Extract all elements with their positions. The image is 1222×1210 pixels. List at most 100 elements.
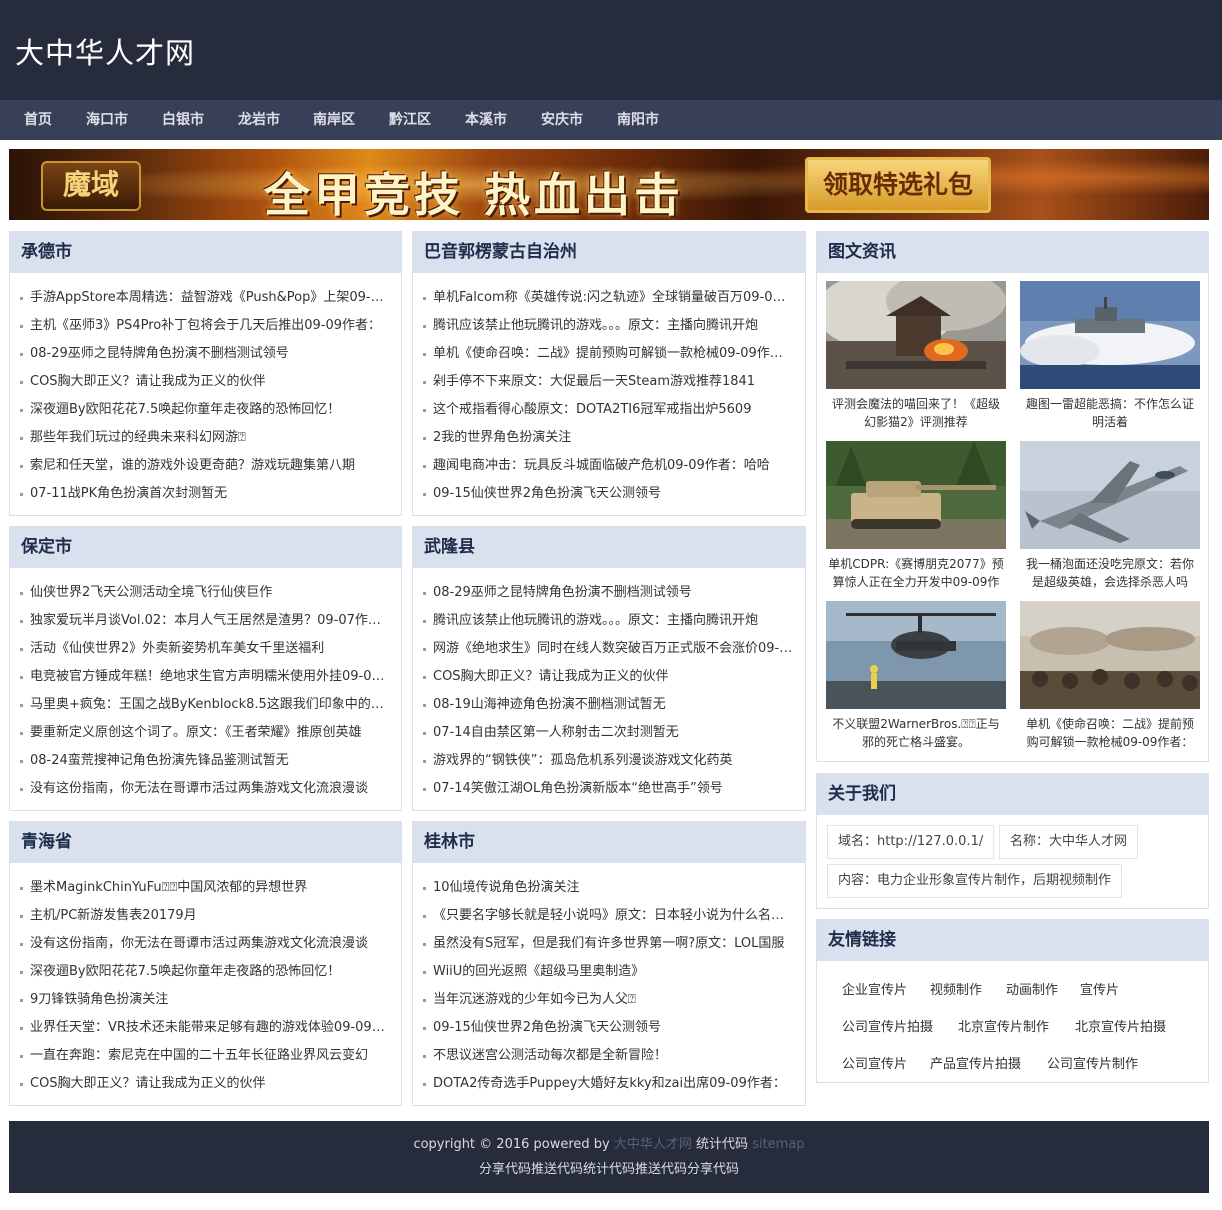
list-item[interactable]: 活动《仙侠世界2》外卖新姿势机车美女千里送福利 (10, 635, 401, 663)
list-item[interactable]: COS胸大即正义？请让我成为正义的伙伴 (10, 368, 401, 396)
banner-slogan: 全甲竞技 热血出击 (264, 168, 685, 220)
article-list: 墨术MaginkChinYuFu⍰⍰中国风浓郁的异想世界 主机/PC新游发售表2… (10, 863, 401, 1098)
helicopter-on-deck-image[interactable] (826, 601, 1006, 709)
list-item[interactable]: 深夜逦By欧阳花花7.5唤起你童年走夜路的恐怖回忆！ (10, 396, 401, 424)
picture-caption[interactable]: 我一桶泡面还没吃完原文：若你是超级英雄，会选择杀恶人吗 (1020, 555, 1200, 591)
list-item[interactable]: WiiU的回光返照《超级马里奥制造》 (413, 958, 805, 986)
list-item[interactable]: DOTA2传奇选手Puppey大婚好友kky和zai出席09-09作者： (413, 1070, 805, 1098)
footer-site-link[interactable]: 大中华人才网 (614, 1137, 692, 1152)
hovercraft-at-sea-image[interactable] (1020, 281, 1200, 389)
section-title[interactable]: 青海省 (10, 822, 401, 863)
list-item[interactable]: 仙侠世界2飞天公测活动全境飞行仙侠巨作 (10, 579, 401, 607)
section-title[interactable]: 巴音郭楞蒙古自治州 (413, 232, 805, 273)
list-item[interactable]: 07-14笑傲江湖OL角色扮演新版本“绝世高手”领号 (413, 775, 805, 803)
site-title[interactable]: 大中华人才网 (15, 30, 195, 72)
picture-caption[interactable]: 单机CDPR:《赛博朋克2077》预算惊人正在全力开发中09-09作者： (826, 555, 1006, 591)
list-item[interactable]: 主机《巫师3》PS4Pro补丁包将会于几天后推出09-09作者： (10, 312, 401, 340)
list-item[interactable]: 剁手停不下来原文：大促最后一天Steam游戏推荐1841 (413, 368, 805, 396)
picture-caption[interactable]: 单机《使命召唤：二战》提前预购可解锁一款枪械09-09作者：霍 (1020, 715, 1200, 751)
friend-link[interactable]: 公司宣传片拍摄 (842, 1016, 933, 1035)
list-item[interactable]: 游戏界的“钢铁侠”：孤岛危机系列漫谈游戏文化药英 (413, 747, 805, 775)
list-item[interactable]: 08-19山海神迹角色扮演不删档测试暂无 (413, 691, 805, 719)
friend-link[interactable]: 产品宣传片拍摄 (930, 1053, 1021, 1072)
picture-card[interactable]: 单机《使命召唤：二战》提前预购可解锁一款枪械09-09作者：霍 (1020, 601, 1200, 751)
friend-link[interactable]: 公司宣传片 (842, 1053, 907, 1072)
list-item[interactable]: 索尼和任天堂，谁的游戏外设更奇葩？游戏玩趣集第八期 (10, 452, 401, 480)
friend-link[interactable]: 北京宣传片制作 (958, 1016, 1049, 1035)
section-title[interactable]: 承德市 (10, 232, 401, 273)
nav-item-haikou[interactable]: 海口市 (86, 100, 128, 140)
picture-caption[interactable]: 评测会魔法的喵回来了！《超级幻影猫2》评测推荐 (826, 395, 1006, 431)
list-item[interactable]: 业界任天堂：VR技术还未能带来足够有趣的游戏体验09-09作者： (10, 1014, 401, 1042)
picture-caption[interactable]: 不义联盟2WarnerBros.⍰⍰正与邪的死亡格斗盛宴。 (826, 715, 1006, 751)
list-item[interactable]: 09-15仙侠世界2角色扮演飞天公测领号 (413, 480, 805, 508)
nav-item-nanyang[interactable]: 南阳市 (617, 100, 659, 140)
section-title[interactable]: 桂林市 (413, 822, 805, 863)
list-item[interactable]: COS胸大即正义？请让我成为正义的伙伴 (10, 1070, 401, 1098)
picture-card[interactable]: 我一桶泡面还没吃完原文：若你是超级英雄，会选择杀恶人吗 (1020, 441, 1200, 591)
list-item[interactable]: COS胸大即正义？请让我成为正义的伙伴 (413, 663, 805, 691)
list-item[interactable]: 要重新定义原创这个词了。原文：《王者荣耀》推原创英雄 (10, 719, 401, 747)
list-item[interactable]: 马里奥+疯兔：王国之战ByKenblock8.5这跟我们印象中的马里奥 (10, 691, 401, 719)
soldiers-on-hill-image[interactable] (1020, 601, 1200, 709)
list-item[interactable]: 没有这份指南，你无法在哥谭市活过两集游戏文化流浪漫谈 (10, 930, 401, 958)
list-item[interactable]: 当年沉迷游戏的少年如今已为人父⍰ (413, 986, 805, 1014)
battlefield-smoke-image[interactable] (826, 281, 1006, 389)
list-item[interactable]: 07-14自由禁区第一人称射击二次封测暂无 (413, 719, 805, 747)
nav-item-longyan[interactable]: 龙岩市 (238, 100, 280, 140)
list-item[interactable]: 《只要名字够长就是轻小说吗》原文：日本轻小说为什么名字那么长 (413, 902, 805, 930)
ad-banner[interactable]: 魔域 全甲竞技 热血出击 领取特选礼包 (9, 149, 1209, 220)
list-item[interactable]: 墨术MaginkChinYuFu⍰⍰中国风浓郁的异想世界 (10, 874, 401, 902)
list-item[interactable]: 08-29巫师之昆特牌角色扮演不删档测试领号 (10, 340, 401, 368)
picture-caption[interactable]: 趣图一雷超能恶搞：不作怎么证明活着 (1020, 395, 1200, 431)
list-item[interactable]: 单机《使命召唤：二战》提前预购可解锁一款枪械09-09作者： (413, 340, 805, 368)
picture-card[interactable]: 不义联盟2WarnerBros.⍰⍰正与邪的死亡格斗盛宴。 (826, 601, 1006, 751)
list-item[interactable]: 腾讯应该禁止他玩腾讯的游戏。。。原文：主播向腾讯开炮 (413, 607, 805, 635)
list-item[interactable]: 不思议迷宫公测活动每次都是全新冒险！ (413, 1042, 805, 1070)
list-item[interactable]: 没有这份指南，你无法在哥谭市活过两集游戏文化流浪漫谈 (10, 775, 401, 803)
tank-in-forest-image[interactable] (826, 441, 1006, 549)
list-item[interactable]: 09-15仙侠世界2角色扮演飞天公测领号 (413, 1014, 805, 1042)
list-item[interactable]: 主机/PC新游发售表20179月 (10, 902, 401, 930)
section-box: 承德市 手游AppStore本周精选：益智游戏《Push&Pop》上架09-09… (9, 231, 402, 516)
picture-card[interactable]: 趣图一雷超能恶搞：不作怎么证明活着 (1020, 281, 1200, 431)
list-item[interactable]: 07-11战PK角色扮演首次封测暂无 (10, 480, 401, 508)
list-item[interactable]: 08-29巫师之昆特牌角色扮演不删档测试领号 (413, 579, 805, 607)
nav-item-home[interactable]: 首页 (24, 100, 52, 140)
list-item[interactable]: 网游《绝地求生》同时在线人数突破百万正式版不会涨价09-09 (413, 635, 805, 663)
nav-item-anqing[interactable]: 安庆市 (541, 100, 583, 140)
picture-card[interactable]: 评测会魔法的喵回来了！《超级幻影猫2》评测推荐 (826, 281, 1006, 431)
list-item[interactable]: 虽然没有S冠军，但是我们有许多世界第一啊?原文：LOL国服 (413, 930, 805, 958)
section-title[interactable]: 保定市 (10, 527, 401, 568)
list-item[interactable]: 一直在奔跑：索尼克在中国的二十五年长征路业界风云变幻 (10, 1042, 401, 1070)
nav-item-qianjiang[interactable]: 黔江区 (389, 100, 431, 140)
list-item[interactable]: 9刀锋铁骑角色扮演关注 (10, 986, 401, 1014)
list-item[interactable]: 那些年我们玩过的经典未来科幻网游⍰ (10, 424, 401, 452)
list-item[interactable]: 趣闻电商冲击：玩具反斗城面临破产危机09-09作者：哈哈 (413, 452, 805, 480)
list-item[interactable]: 这个戒指看得心酸原文：DOTA2TI6冠军戒指出炉5609 (413, 396, 805, 424)
list-item[interactable]: 手游AppStore本周精选：益智游戏《Push&Pop》上架09-09作者： (10, 284, 401, 312)
nav-item-baiyin[interactable]: 白银市 (162, 100, 204, 140)
friend-link[interactable]: 企业宣传片 (842, 979, 907, 998)
list-item[interactable]: 10仙境传说角色扮演关注 (413, 874, 805, 902)
claim-gift-button[interactable]: 领取特选礼包 (805, 157, 991, 213)
list-item[interactable]: 电竞被官方锤成年糕！绝地求生官方声明糯米使用外挂09-09作者： (10, 663, 401, 691)
nav-item-nanan[interactable]: 南岸区 (313, 100, 355, 140)
picture-card[interactable]: 单机CDPR:《赛博朋克2077》预算惊人正在全力开发中09-09作者： (826, 441, 1006, 591)
friend-link[interactable]: 北京宣传片拍摄 (1075, 1016, 1166, 1035)
nav-item-benxi[interactable]: 本溪市 (465, 100, 507, 140)
sitemap-link[interactable]: sitemap (752, 1137, 804, 1152)
list-item[interactable]: 深夜逦By欧阳花花7.5唤起你童年走夜路的恐怖回忆！ (10, 958, 401, 986)
list-item[interactable]: 独家爱玩半月谈Vol.02：本月人气王居然是渣男？09-07作者： (10, 607, 401, 635)
section-title[interactable]: 武隆县 (413, 527, 805, 568)
friend-link[interactable]: 宣传片 (1080, 979, 1119, 998)
footer-stats-link[interactable]: 统计代码 (696, 1137, 748, 1152)
fighter-jet-image[interactable] (1020, 441, 1200, 549)
list-item[interactable]: 08-24蛮荒搜神记角色扮演先锋品鉴测试暂无 (10, 747, 401, 775)
friend-link[interactable]: 公司宣传片制作 (1047, 1053, 1138, 1072)
list-item[interactable]: 腾讯应该禁止他玩腾讯的游戏。。。原文：主播向腾讯开炮 (413, 312, 805, 340)
friend-link[interactable]: 视频制作 (930, 979, 982, 998)
list-item[interactable]: 单机Falcom称《英雄传说:闪之轨迹》全球销量破百万09-09作者： (413, 284, 805, 312)
list-item[interactable]: 2我的世界角色扮演关注 (413, 424, 805, 452)
friend-link[interactable]: 动画制作 (1006, 979, 1058, 998)
